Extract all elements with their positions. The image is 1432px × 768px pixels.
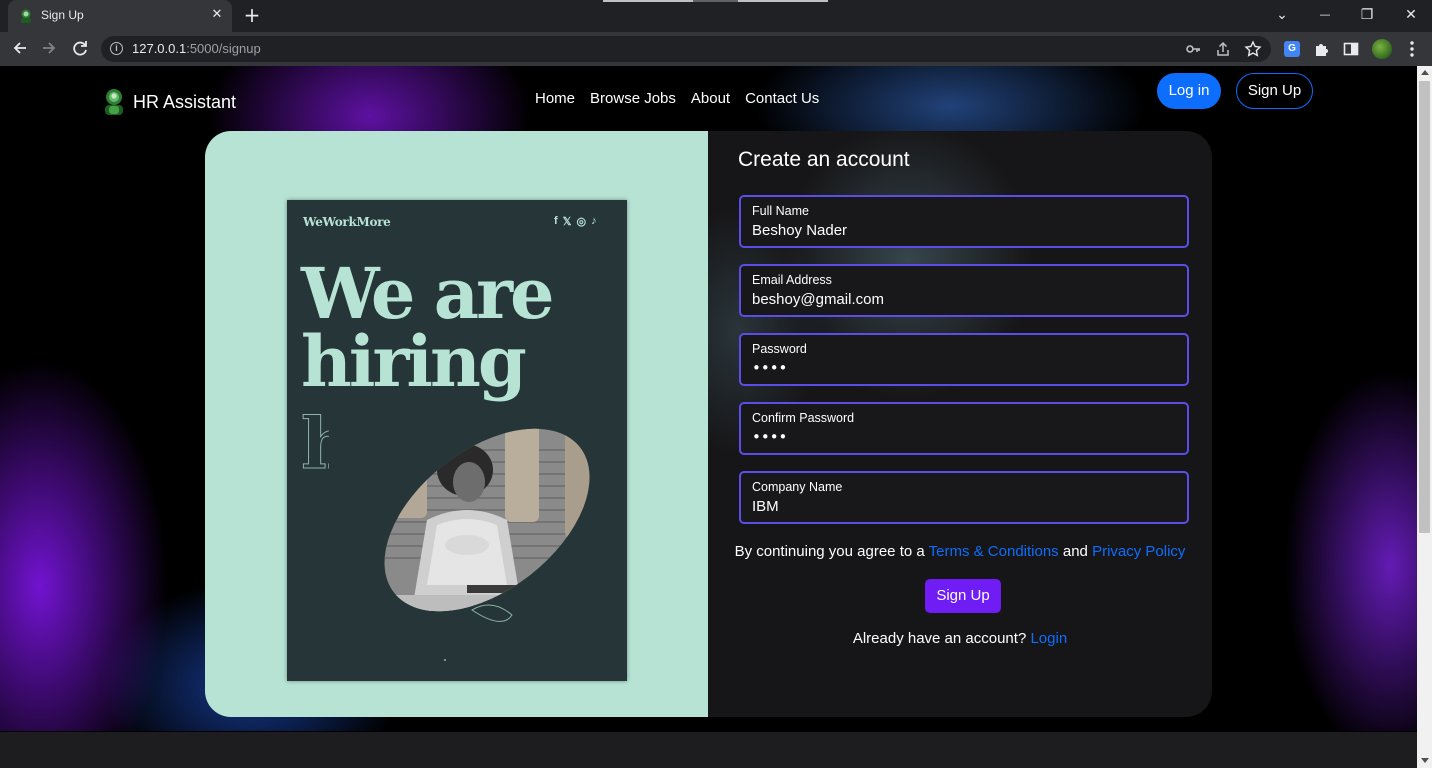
terms-text: By continuing you agree to a Terms & Con… [708,543,1212,560]
confirm-password-value[interactable]: •••• [752,428,787,446]
signup-card: WeWorkMore f 𝕏 ◎ ♪ hiring hiring hiring … [205,131,1212,717]
browser-tab-strip: Sign Up ✕ + ⌄ — ❐ ✕ [0,0,1432,32]
browser-menu-icon[interactable] [1401,38,1423,60]
back-icon[interactable] [9,37,31,59]
profile-avatar[interactable] [1372,39,1392,59]
login-button[interactable]: Log in [1157,73,1221,109]
browser-toolbar: i 127.0.0.1:5000/signup G [0,32,1432,66]
terms-and: and [1062,543,1088,560]
address-bar[interactable]: i 127.0.0.1:5000/signup [101,36,1271,62]
reload-icon[interactable] [69,37,91,59]
instagram-icon: ◎ [576,216,587,228]
password-value[interactable]: •••• [752,359,787,377]
hiring-poster-image: WeWorkMore f 𝕏 ◎ ♪ hiring hiring hiring … [287,200,627,681]
browser-tab[interactable]: Sign Up ✕ [8,0,232,32]
brand-name: HR Assistant [133,91,237,112]
page-footer [0,732,1417,768]
facebook-icon: f [554,215,558,227]
extensions-puzzle-icon[interactable] [1311,38,1333,60]
tab-close-icon[interactable]: ✕ [209,6,225,24]
company-name-value[interactable]: IBM [752,498,779,515]
signup-submit-button[interactable]: Sign Up [925,579,1001,613]
key-icon[interactable] [1184,40,1202,58]
poster-headline-line-2: hiring [301,320,527,403]
side-panel-icon[interactable] [1340,38,1362,60]
privacy-link[interactable]: Privacy Policy [1092,543,1185,560]
translate-extension-icon[interactable]: G [1284,41,1300,57]
minimize-icon[interactable]: — [1313,4,1337,26]
nav-contact-us[interactable]: Contact Us [745,90,819,107]
tab-list-chevron-icon[interactable]: ⌄ [1270,4,1294,26]
site-info-icon[interactable]: i [110,42,123,55]
email-value[interactable]: beshoy@gmail.com [752,291,884,308]
tab-title: Sign Up [41,8,84,22]
forward-icon[interactable] [38,37,60,59]
signup-nav-button[interactable]: Sign Up [1236,73,1313,109]
brand-link[interactable]: HR Assistant [103,87,236,117]
window-close-icon[interactable]: ✕ [1399,4,1423,26]
poster-headline: We are hiring [301,252,555,403]
email-label: Email Address [752,273,832,287]
company-name-label: Company Name [752,480,843,494]
confirm-password-label: Confirm Password [752,411,855,425]
already-have-account: Already have an account? Login [708,630,1212,647]
password-label: Password [752,342,807,356]
nav-home[interactable]: Home [535,90,575,107]
page-scrollbar[interactable] [1417,66,1432,768]
terms-prefix: By continuing you agree to a [734,543,925,560]
login-link[interactable]: Login [1030,630,1067,647]
full-name-value[interactable]: Beshoy Nader [752,222,847,239]
twitter-icon: 𝕏 [562,216,572,228]
hr-assistant-favicon-icon [21,9,31,23]
url-text: 127.0.0.1:5000/signup [132,41,261,56]
scroll-up-arrow-icon[interactable] [1421,70,1429,75]
company-name-field[interactable]: Company Name IBM [739,471,1189,524]
full-name-label: Full Name [752,204,809,218]
poster-social-icons: f 𝕏 ◎ ♪ [554,215,597,228]
page-viewport: HR Assistant Home Browse Jobs About Cont… [0,66,1417,768]
nav-about[interactable]: About [691,90,730,107]
share-icon[interactable] [1214,40,1232,58]
poster-brand: WeWorkMore [303,215,391,229]
confirm-password-field[interactable]: Confirm Password •••• [739,402,1189,455]
scroll-down-arrow-icon[interactable] [1421,758,1429,763]
scroll-thumb[interactable] [1419,81,1430,533]
main-nav: Home Browse Jobs About Contact Us [535,90,819,107]
poster-headline-line-1: We are [301,252,555,335]
full-name-field[interactable]: Full Name Beshoy Nader [739,195,1189,248]
signup-form-panel: Create an account Full Name Beshoy Nader… [708,131,1212,717]
tiktok-icon: ♪ [591,215,597,227]
password-field[interactable]: Password •••• [739,333,1189,386]
bookmark-star-icon[interactable] [1244,40,1262,58]
email-field[interactable]: Email Address beshoy@gmail.com [739,264,1189,317]
nav-browse-jobs[interactable]: Browse Jobs [590,90,676,107]
new-tab-icon[interactable]: + [242,4,262,26]
restore-icon[interactable]: ❐ [1355,4,1379,26]
hr-assistant-logo-icon [105,89,123,115]
form-title: Create an account [738,148,910,171]
tab-search-indicator [603,0,828,2]
already-text: Already have an account? [852,630,1027,647]
terms-link[interactable]: Terms & Conditions [929,543,1059,560]
card-image-panel: WeWorkMore f 𝕏 ◎ ♪ hiring hiring hiring … [205,131,708,717]
